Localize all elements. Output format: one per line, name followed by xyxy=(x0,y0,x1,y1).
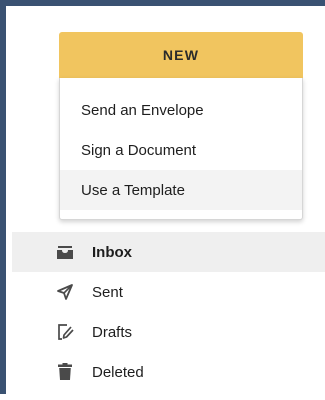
folder-nav: Inbox Sent Drafts Deleted xyxy=(12,232,325,392)
inbox-icon xyxy=(56,243,74,261)
nav-label-inbox: Inbox xyxy=(92,243,132,261)
nav-item-sent[interactable]: Sent xyxy=(12,272,325,312)
nav-label-deleted: Deleted xyxy=(92,363,144,381)
new-button[interactable]: NEW xyxy=(59,32,303,78)
nav-label-sent: Sent xyxy=(92,283,123,301)
new-dropdown-menu: Send an Envelope Sign a Document Use a T… xyxy=(59,78,303,220)
menu-item-sign-document[interactable]: Sign a Document xyxy=(60,130,302,170)
paper-plane-icon xyxy=(56,283,74,301)
draft-edit-icon xyxy=(56,323,74,341)
nav-item-deleted[interactable]: Deleted xyxy=(12,352,325,392)
nav-label-drafts: Drafts xyxy=(92,323,133,341)
trash-icon xyxy=(56,363,74,381)
app-frame: NEW Send an Envelope Sign a Document Use… xyxy=(0,0,325,394)
menu-item-send-envelope[interactable]: Send an Envelope xyxy=(60,90,302,130)
sidebar: NEW Send an Envelope Sign a Document Use… xyxy=(12,12,325,400)
nav-item-inbox[interactable]: Inbox xyxy=(12,232,325,272)
menu-item-use-template[interactable]: Use a Template xyxy=(60,170,302,210)
nav-item-drafts[interactable]: Drafts xyxy=(12,312,325,352)
